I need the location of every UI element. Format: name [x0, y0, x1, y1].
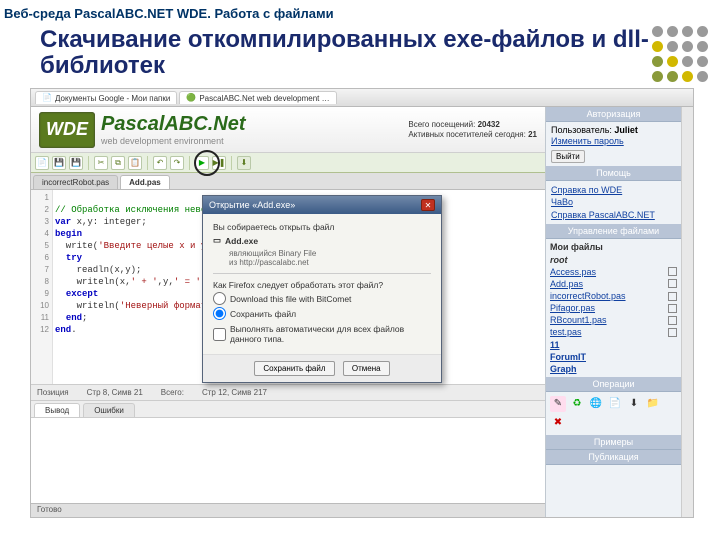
browser-tab[interactable]: 🟢PascalABC.Net web development …: [179, 91, 336, 104]
folder-link[interactable]: ForumIT: [550, 351, 677, 363]
save-all-button[interactable]: 💾: [69, 156, 83, 170]
file-tree: Мои файлы root Access.pas Add.pas incorr…: [546, 239, 681, 377]
dialog-question: Как Firefox следует обработать этот файл…: [213, 280, 431, 290]
new-file-button[interactable]: 📄: [35, 156, 49, 170]
step-button[interactable]: ▶❚: [212, 156, 226, 170]
sidebar-publish-header[interactable]: Публикация: [546, 450, 681, 465]
save-file-button[interactable]: Сохранить файл: [254, 361, 334, 376]
checkbox[interactable]: [668, 304, 677, 313]
dialog-title-text: Открытие «Add.exe»: [209, 200, 295, 210]
radio-download-bitcomet[interactable]: Download this file with BitComet: [213, 292, 431, 305]
wde-logo: WDE: [39, 112, 95, 148]
op-edit-icon[interactable]: ✎: [550, 396, 566, 412]
gdocs-icon: 📄: [42, 93, 52, 103]
checkbox[interactable]: [668, 316, 677, 325]
scrollbar-vertical[interactable]: [681, 107, 693, 517]
dialog-intro: Вы собираетесь открыть файл: [213, 222, 431, 232]
file-row[interactable]: incorrectRobot.pas: [550, 290, 677, 302]
dialog-filetype: являющийся Binary File: [229, 249, 431, 258]
radio-save-file[interactable]: Сохранить файл: [213, 307, 431, 320]
file-tab-active[interactable]: Add.pas: [120, 175, 170, 189]
op-newfolder-icon[interactable]: 📁: [645, 396, 661, 412]
status-ready: Готово: [31, 503, 545, 517]
checkbox[interactable]: [668, 279, 677, 288]
change-password-link[interactable]: Изменить пароль: [551, 135, 676, 148]
sidebar-examples-header[interactable]: Примеры: [546, 435, 681, 450]
browser-tab-strip: 📄Документы Google - Мои папки 🟢PascalABC…: [31, 89, 693, 107]
download-dialog: Открытие «Add.exe» ✕ Вы собираетесь откр…: [202, 195, 442, 383]
file-row[interactable]: Pifagor.pas: [550, 302, 677, 314]
line-gutter: 123456789101112: [31, 190, 53, 384]
redo-button[interactable]: ↷: [170, 156, 184, 170]
sidebar: Авторизация Пользователь: Juliet Изменит…: [545, 107, 681, 517]
dialog-source: из http://pascalabc.net: [229, 258, 431, 267]
sidebar-files-header: Управление файлами: [546, 224, 681, 239]
sidebar-auth-header: Авторизация: [546, 107, 681, 122]
output-panel: [31, 417, 545, 503]
tab-label: Документы Google - Мои папки: [55, 94, 170, 103]
folder-link[interactable]: 11: [550, 339, 677, 351]
file-row[interactable]: test.pas: [550, 326, 677, 338]
tab-errors[interactable]: Ошибки: [83, 403, 135, 417]
brand-name: PascalABC.Net: [101, 113, 246, 136]
sidebar-ops-header: Операции: [546, 377, 681, 392]
op-delete-icon[interactable]: ✖: [550, 415, 566, 431]
help-link[interactable]: Справка по WDE: [551, 184, 676, 197]
checkbox-remember[interactable]: Выполнять автоматически для всех файлов …: [213, 324, 431, 344]
editor-statusbar: ПозицияСтр 8, Симв 21 Всего:Стр 12, Симв…: [31, 384, 545, 400]
decorative-dots: [652, 26, 708, 82]
download-exe-button[interactable]: ⬇: [237, 156, 251, 170]
undo-button[interactable]: ↶: [153, 156, 167, 170]
dialog-titlebar: Открытие «Add.exe» ✕: [203, 196, 441, 214]
logout-button[interactable]: Выйти: [551, 150, 585, 163]
brand-sub: web development environment: [101, 136, 246, 146]
ide-toolbar: 📄 💾 💾 ✂ ⧉ 📋 ↶ ↷ ▶ ▶❚ ⬇: [31, 153, 545, 173]
operations-toolbar: ✎ ♻ 🌐 📄 ⬇ 📁 ✖: [546, 392, 681, 435]
output-tab-strip: Вывод Ошибки: [31, 400, 545, 417]
close-icon[interactable]: ✕: [421, 199, 435, 211]
cut-button[interactable]: ✂: [94, 156, 108, 170]
browser-tab[interactable]: 📄Документы Google - Мои папки: [35, 91, 177, 104]
folder-link[interactable]: Graph: [550, 363, 677, 375]
visit-stats: Всего посещений: 20432 Активных посетите…: [408, 120, 537, 139]
tab-label: PascalABC.Net web development …: [199, 94, 329, 103]
op-download-icon[interactable]: ⬇: [626, 396, 642, 412]
slide-title: Скачивание откомпилированных exe-файлов …: [0, 23, 720, 86]
slide-topic: Веб-среда PascalABC.NET WDE. Работа с фа…: [0, 0, 720, 23]
run-button[interactable]: ▶: [195, 156, 209, 170]
cancel-button[interactable]: Отмена: [343, 361, 390, 376]
auth-block: Пользователь: Juliet Изменить пароль Вый…: [546, 122, 681, 166]
op-newfile-icon[interactable]: 📄: [607, 396, 623, 412]
sidebar-help-header: Помощь: [546, 166, 681, 181]
checkbox[interactable]: [668, 292, 677, 301]
op-globe-icon[interactable]: 🌐: [588, 396, 604, 412]
op-refresh-icon[interactable]: ♻: [569, 396, 585, 412]
site-icon: 🟢: [186, 93, 196, 103]
paste-button[interactable]: 📋: [128, 156, 142, 170]
faq-link[interactable]: ЧаВо: [551, 196, 676, 209]
dialog-filename: Add.exe: [225, 236, 258, 246]
file-tab-strip: incorrectRobot.pas Add.pas: [31, 173, 545, 190]
page-header: WDE PascalABC.Net web development enviro…: [31, 107, 545, 153]
file-row[interactable]: Access.pas: [550, 266, 677, 278]
docs-link[interactable]: Справка PascalABC.NET: [551, 209, 676, 222]
checkbox[interactable]: [668, 267, 677, 276]
copy-button[interactable]: ⧉: [111, 156, 125, 170]
file-row[interactable]: Add.pas: [550, 278, 677, 290]
save-button[interactable]: 💾: [52, 156, 66, 170]
tab-output[interactable]: Вывод: [34, 403, 80, 417]
file-row[interactable]: RBcount1.pas: [550, 314, 677, 326]
file-tab[interactable]: incorrectRobot.pas: [33, 175, 118, 189]
checkbox[interactable]: [668, 328, 677, 337]
exe-icon: ▭: [213, 235, 221, 246]
